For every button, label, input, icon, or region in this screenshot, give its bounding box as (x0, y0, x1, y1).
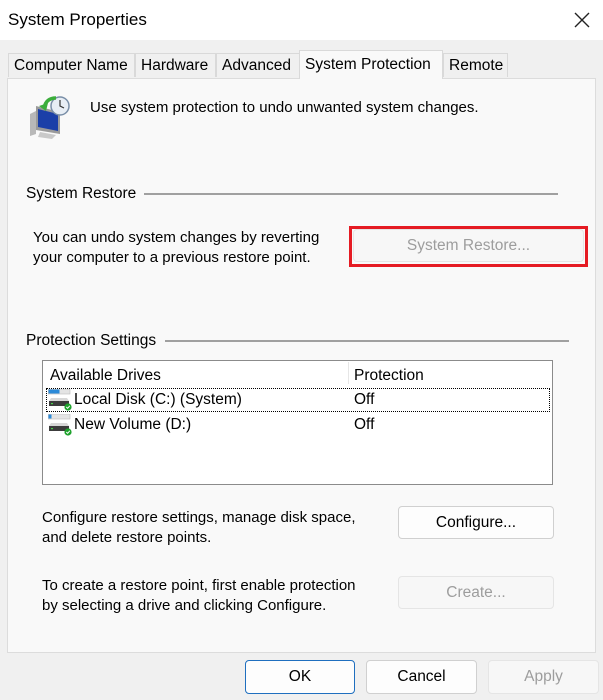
drive-name: Local Disk (C:) (System) (74, 391, 242, 408)
description-line: Configure restore settings, manage disk … (42, 509, 356, 526)
configure-button[interactable]: Configure... (398, 506, 554, 539)
create-button[interactable]: Create... (398, 576, 554, 609)
column-header-protection[interactable]: Protection (354, 367, 424, 385)
tab-system-protection[interactable]: System Protection (299, 50, 443, 79)
tab-remote[interactable]: Remote (443, 53, 508, 77)
protection-settings-group-label: Protection Settings (26, 332, 157, 349)
tab-computer-name[interactable]: Computer Name (8, 53, 135, 77)
drive-protection-status: Off (354, 416, 375, 433)
create-description: To create a restore point, first enable … (42, 576, 356, 616)
drive-row[interactable]: New Volume (D:) Off (46, 413, 550, 437)
group-divider (144, 193, 558, 195)
description-line: You can undo system changes by reverting (33, 229, 320, 246)
drive-name: New Volume (D:) (74, 416, 192, 433)
drive-icon (48, 414, 72, 436)
configure-description: Configure restore settings, manage disk … (42, 508, 356, 548)
drive-row[interactable]: Local Disk (C:) (System) Off (46, 388, 550, 412)
description-line: and delete restore points. (42, 529, 212, 546)
drive-icon (48, 389, 72, 411)
drives-list[interactable]: Available Drives Protection Local Disk (… (42, 360, 553, 485)
column-header-drives[interactable]: Available Drives (50, 367, 161, 385)
system-restore-description: You can undo system changes by reverting… (33, 228, 319, 268)
description-line: To create a restore point, first enable … (42, 577, 356, 594)
description-line: by selecting a drive and clicking Config… (42, 597, 327, 614)
drive-protection-status: Off (354, 391, 375, 408)
system-restore-group-label: System Restore (26, 185, 137, 202)
tab-hardware[interactable]: Hardware (135, 53, 216, 77)
title-bar: System Properties (0, 0, 603, 40)
highlight-box (349, 226, 588, 267)
window-title: System Properties (8, 10, 147, 29)
intro-text: Use system protection to undo unwanted s… (90, 99, 479, 116)
apply-button[interactable]: Apply (488, 660, 599, 694)
close-icon (574, 12, 590, 28)
cancel-button[interactable]: Cancel (366, 660, 477, 694)
system-restore-icon (30, 96, 70, 139)
description-line: your computer to a previous restore poin… (33, 249, 311, 266)
tab-strip: Computer Name Hardware Advanced System P… (0, 40, 603, 79)
close-button[interactable] (566, 6, 598, 34)
column-separator[interactable] (348, 362, 349, 384)
tab-advanced[interactable]: Advanced (216, 53, 300, 77)
ok-button[interactable]: OK (245, 660, 355, 694)
group-divider (165, 340, 569, 342)
